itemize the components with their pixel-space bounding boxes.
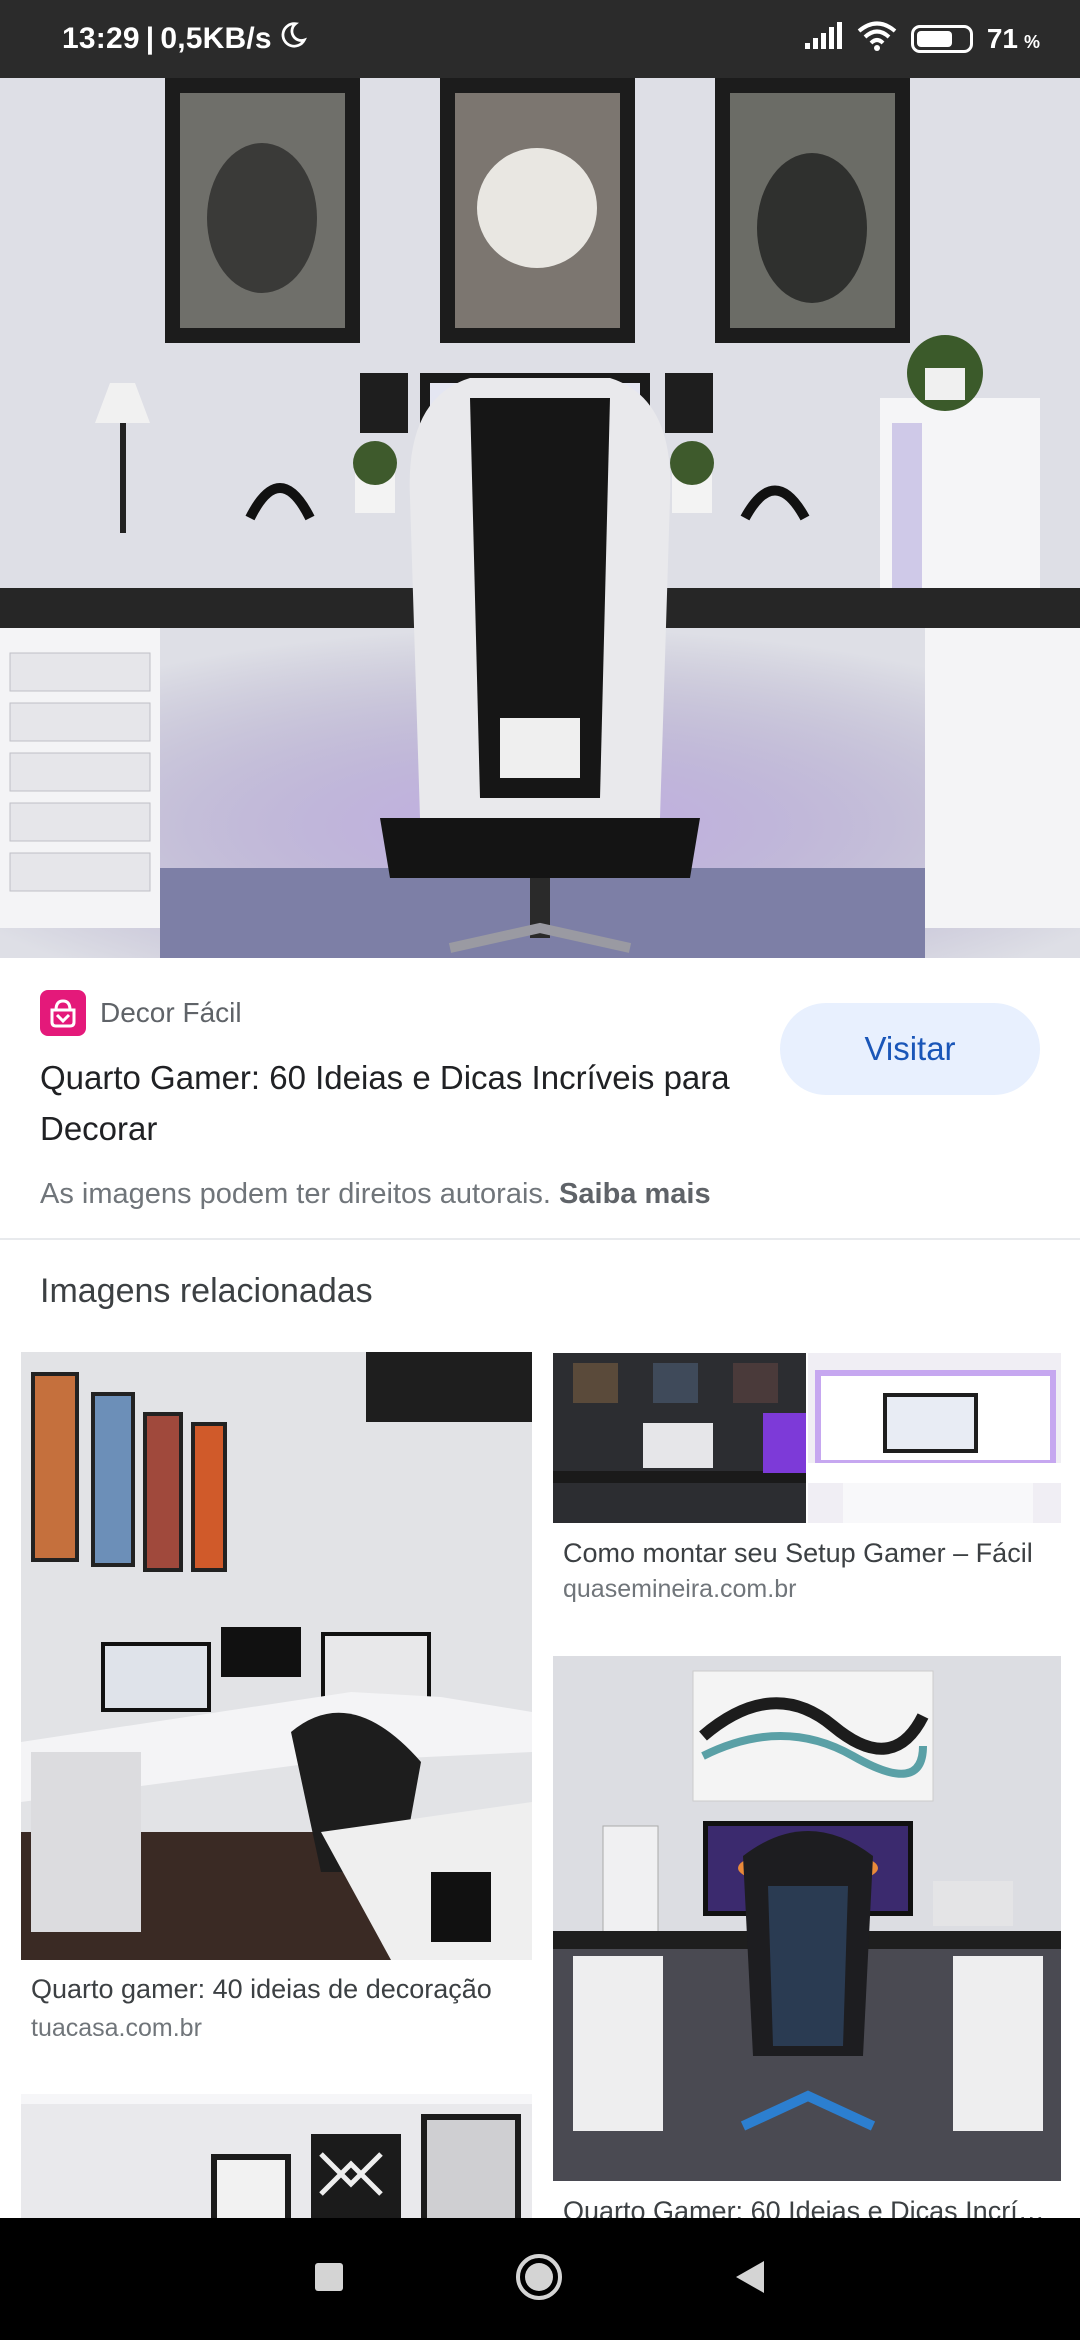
main-image[interactable] [0, 78, 1080, 958]
decor-facil-logo-icon [40, 990, 86, 1036]
navigation-bar [0, 2218, 1080, 2340]
battery-percent: 71 [986, 23, 1018, 54]
related-image-1[interactable] [21, 1352, 532, 1960]
source-info[interactable]: Decor Fácil [40, 990, 242, 1036]
visit-button[interactable]: Visitar [780, 1003, 1040, 1095]
status-right: 71 % [803, 20, 1040, 59]
learn-more-link[interactable]: Saiba mais [559, 1178, 711, 1210]
related-images-heading: Imagens relacionadas [40, 1272, 373, 1310]
wifi-icon [857, 20, 897, 59]
battery-fill [916, 31, 953, 47]
status-time: 13:29 [62, 22, 140, 55]
status-separator: | [145, 22, 155, 55]
source-name: Decor Fácil [100, 997, 242, 1028]
status-left: 13:29 | 0,5KB/s [62, 20, 308, 58]
related-card-2[interactable]: Como montar seu Setup Gamer – Fácil quas… [553, 1353, 1061, 1613]
related-image-3[interactable] [553, 1656, 1061, 2181]
signal-icon [803, 21, 843, 58]
moon-icon [278, 20, 308, 58]
battery-icon [910, 25, 973, 53]
back-triangle-icon[interactable] [734, 2259, 766, 2300]
related-title-2[interactable]: Como montar seu Setup Gamer – Fácil [563, 1538, 1053, 1569]
related-title-3[interactable]: Quarto Gamer: 60 Ideias e Dicas Incrívei… [563, 2196, 1053, 2218]
recents-square-icon[interactable] [314, 2262, 344, 2297]
related-card-1[interactable]: Quarto gamer: 40 ideias de decoração tua… [21, 1352, 532, 2052]
status-bar: 13:29 | 0,5KB/s 71 % [0, 0, 1080, 78]
copyright-notice: As imagens podem ter direitos autorais. … [40, 1178, 711, 1211]
percent-sign: % [1023, 31, 1040, 52]
related-card-4[interactable] [21, 2094, 532, 2218]
related-title-1[interactable]: Quarto gamer: 40 ideias de decoração [31, 1974, 526, 2005]
network-speed: 0,5KB/s [160, 22, 272, 55]
related-card-3[interactable]: Quarto Gamer: 60 Ideias e Dicas Incrívei… [553, 1656, 1061, 2218]
related-image-2[interactable] [553, 1353, 1061, 1523]
result-title[interactable]: Quarto Gamer: 60 Ideias e Dicas Incrívei… [40, 1052, 760, 1154]
divider [0, 1238, 1080, 1240]
related-domain-2: quasemineira.com.br [563, 1575, 797, 1603]
related-image-4[interactable] [21, 2094, 532, 2218]
rights-text: As imagens podem ter direitos autorais. [40, 1178, 551, 1210]
home-circle-icon[interactable] [514, 2252, 564, 2307]
related-domain-1: tuacasa.com.br [31, 2014, 202, 2042]
